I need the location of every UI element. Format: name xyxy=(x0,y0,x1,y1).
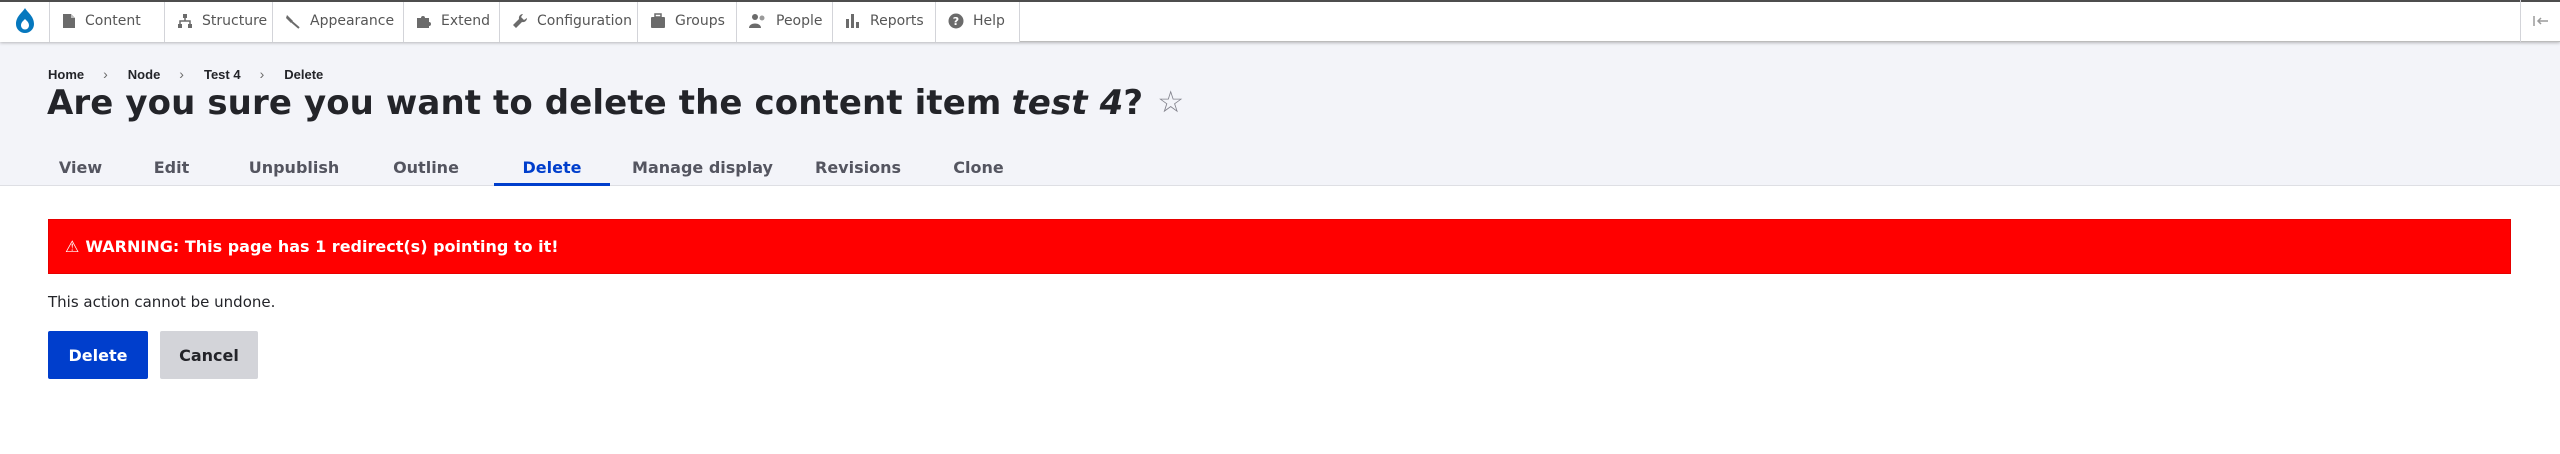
tab-unpublish[interactable]: Unpublish xyxy=(230,148,358,186)
primary-tabs: View Edit Unpublish Outline Delete Manag… xyxy=(48,148,1036,186)
tab-delete[interactable]: Delete xyxy=(494,148,610,186)
home-button[interactable] xyxy=(0,0,50,42)
page-title-prefix: Are you sure you want to delete the cont… xyxy=(47,83,1002,123)
toolbar-item-label: People xyxy=(776,13,823,29)
puzzle-icon xyxy=(417,16,431,28)
breadcrumb-separator: › xyxy=(179,66,184,82)
svg-text:?: ? xyxy=(953,15,959,28)
people-icon xyxy=(749,14,765,28)
warning-icon: ⚠ xyxy=(65,237,80,256)
tab-label: Manage display xyxy=(632,157,773,177)
page-header: Home › Node › Test 4 › Delete Are you su… xyxy=(0,42,2560,186)
tab-view[interactable]: View xyxy=(48,148,113,186)
toolbar-item-label: Content xyxy=(85,13,141,29)
toolbar-item-label: Extend xyxy=(441,13,490,29)
collapse-sidebar-icon xyxy=(2532,16,2548,26)
toolbar-item-appearance[interactable]: Appearance xyxy=(273,0,404,42)
sitemap-icon xyxy=(178,14,192,28)
toolbar-item-content[interactable]: Content xyxy=(50,0,165,42)
breadcrumb-separator: › xyxy=(259,66,265,82)
page-title-suffix: ? xyxy=(1123,83,1144,123)
tab-label: View xyxy=(58,157,103,177)
toolbar-item-label: Structure xyxy=(202,13,268,29)
warning-text: WARNING: This page has 1 redirect(s) poi… xyxy=(85,237,559,256)
breadcrumb-node[interactable]: Node xyxy=(128,67,161,82)
tab-label: Unpublish xyxy=(248,157,340,177)
toolbar-item-configuration[interactable]: Configuration xyxy=(500,0,638,42)
drupal-logo-icon xyxy=(15,8,34,33)
toolbar-item-label: Configuration xyxy=(537,13,632,29)
delete-button[interactable]: Delete xyxy=(48,331,148,379)
tab-clone[interactable]: Clone xyxy=(921,148,1036,186)
page-title: Are you sure you want to delete the cont… xyxy=(47,83,1184,123)
toolbar-item-people[interactable]: People xyxy=(737,0,833,42)
breadcrumb-separator: › xyxy=(103,66,108,82)
toolbar-collapse-button[interactable] xyxy=(2520,0,2560,42)
tab-manage-display[interactable]: Manage display xyxy=(610,148,795,186)
toolbar-item-label: Groups xyxy=(675,13,725,29)
toolbar-item-structure[interactable]: Structure xyxy=(165,0,273,42)
tab-label: Outline xyxy=(393,157,459,177)
help-icon: ? xyxy=(948,13,964,29)
toolbar-item-label: Help xyxy=(973,13,1005,29)
breadcrumb-test-4[interactable]: Test 4 xyxy=(204,67,241,82)
tab-label: Clone xyxy=(953,157,1004,177)
confirm-description: This action cannot be undone. xyxy=(48,293,276,311)
tab-edit[interactable]: Edit xyxy=(113,148,230,186)
file-icon xyxy=(63,14,75,28)
tab-revisions[interactable]: Revisions xyxy=(795,148,921,186)
page-title-item: test 4 xyxy=(1011,83,1124,123)
toolbar-item-groups[interactable]: Groups xyxy=(638,0,737,42)
tab-outline[interactable]: Outline xyxy=(358,148,494,186)
toolbar-item-extend[interactable]: Extend xyxy=(404,0,500,42)
shortcut-star-icon[interactable]: ☆ xyxy=(1157,88,1184,118)
tab-label: Delete xyxy=(522,157,582,177)
wrench-icon xyxy=(513,13,528,28)
tab-label: Edit xyxy=(153,157,190,177)
toolbar-item-label: Reports xyxy=(870,13,924,29)
bar-chart-icon xyxy=(846,14,859,28)
breadcrumb-home[interactable]: Home xyxy=(48,67,84,82)
toolbar-item-label: Appearance xyxy=(310,13,395,29)
redirect-warning-message: ⚠ WARNING: This page has 1 redirect(s) p… xyxy=(48,219,2511,274)
breadcrumb-delete: Delete xyxy=(284,66,324,82)
admin-toolbar: Content Structure Appearance Extend Conf… xyxy=(0,0,2560,42)
toolbar-item-reports[interactable]: Reports xyxy=(833,0,936,42)
paint-roller-icon xyxy=(286,15,300,29)
tab-label: Revisions xyxy=(815,157,901,177)
briefcase-icon xyxy=(651,13,665,28)
cancel-button[interactable]: Cancel xyxy=(160,331,258,379)
breadcrumb: Home › Node › Test 4 › Delete xyxy=(48,66,323,82)
toolbar-item-help[interactable]: ? Help xyxy=(936,0,1020,42)
